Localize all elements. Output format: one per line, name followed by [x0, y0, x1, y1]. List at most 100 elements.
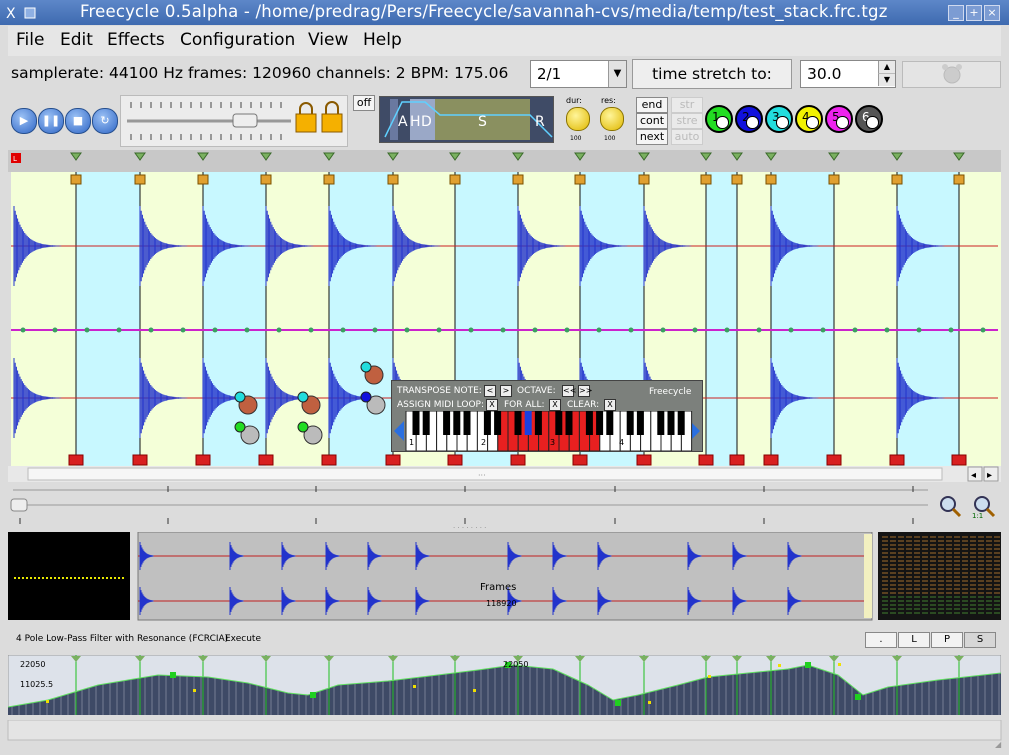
maximize-button[interactable]: +	[966, 5, 982, 21]
play-icon[interactable]: ▶	[11, 108, 37, 134]
piano-black-key	[585, 411, 593, 435]
spectrum-cell	[882, 580, 888, 582]
zoom-fit-icon[interactable]	[938, 494, 962, 518]
channel-2-button[interactable]: 2	[735, 105, 763, 133]
stretch-spinbox[interactable]: 30.0 ▲ ▼	[800, 60, 896, 88]
channel-4-button[interactable]: 4	[795, 105, 823, 133]
spectrum-cell	[938, 552, 944, 554]
spectrum-cell	[922, 544, 928, 546]
minimize-button[interactable]: _	[948, 5, 964, 21]
off-button[interactable]: off	[353, 95, 375, 111]
channel-1-button[interactable]: 1	[705, 105, 733, 133]
horizontal-scrollbar[interactable]: ··· ◂ ▸	[8, 466, 1001, 482]
spectrum-cell	[954, 580, 960, 582]
scroll-right-icon[interactable]: ▸	[987, 470, 992, 481]
ratio-select[interactable]: 2/1 ▼	[530, 60, 627, 88]
spectrum-cell	[898, 604, 904, 606]
spectrum-cell	[938, 604, 944, 606]
auto-button[interactable]: auto	[671, 129, 703, 145]
transpose-up-button[interactable]: >	[500, 385, 512, 397]
for-all-x-button[interactable]: X	[549, 399, 561, 411]
time-stretch-button[interactable]: time stretch to:	[632, 59, 792, 89]
octave-up-button[interactable]: >>	[578, 385, 592, 397]
spectrum-cell	[882, 612, 888, 614]
str-button[interactable]: str	[671, 97, 703, 113]
loop-icon[interactable]: ↻	[92, 108, 118, 134]
slider-ticks	[127, 101, 343, 140]
scroll-left-icon[interactable]: ◂	[971, 470, 976, 481]
menu-file[interactable]: File	[16, 30, 44, 50]
filter-dot-button[interactable]: .	[865, 632, 897, 648]
spectrum-cell	[962, 604, 968, 606]
assign-x-button[interactable]: X	[486, 399, 498, 411]
spectrum-cell	[986, 592, 992, 594]
channel-5-button[interactable]: 5	[825, 105, 853, 133]
menu-bar: File Edit Effects Configuration View Hel…	[8, 26, 1001, 56]
channel-3-button[interactable]: 3	[765, 105, 793, 133]
channel-1-dot	[716, 116, 729, 129]
spectrum-cell	[930, 608, 936, 610]
lock-icon	[134, 174, 146, 185]
menu-view[interactable]: View	[308, 30, 348, 50]
spectrum-cell	[962, 564, 968, 566]
resonance-knob[interactable]	[600, 107, 624, 131]
resize-grip-icon[interactable]: ◢	[995, 740, 1002, 749]
spectrum-cell	[978, 568, 984, 570]
spectrum-cell	[906, 556, 912, 558]
spectrum-cell	[906, 608, 912, 610]
zoom-1to1-icon[interactable]: 1:1	[972, 494, 996, 520]
spectrum-cell	[970, 556, 976, 558]
chevron-down-icon[interactable]: ▼	[608, 61, 626, 87]
spectrum-cell	[938, 600, 944, 602]
spectrum-cell	[890, 560, 896, 562]
zoom-slider-thumb[interactable]	[10, 498, 28, 512]
duration-knob[interactable]	[566, 107, 590, 131]
menu-configuration[interactable]: Configuration	[180, 30, 295, 50]
spectrum-cell	[914, 604, 920, 606]
spectrum-cell	[938, 556, 944, 558]
spectrum-cell	[994, 576, 1000, 578]
menu-effects[interactable]: Effects	[107, 30, 165, 50]
menu-edit[interactable]: Edit	[60, 30, 93, 50]
piano-left-arrow-icon[interactable]	[394, 421, 404, 441]
octave-down-button[interactable]: <<	[562, 385, 576, 397]
lock-icon	[765, 174, 777, 185]
spectrum-cell	[882, 548, 888, 550]
execute-button[interactable]: Execute	[225, 634, 261, 644]
spin-down-icon[interactable]: ▼	[878, 74, 895, 86]
alarm-button[interactable]	[902, 61, 1001, 88]
app-icon[interactable]: X	[6, 5, 46, 24]
transpose-down-button[interactable]: <	[484, 385, 496, 397]
for-all-label: FOR ALL:	[504, 400, 545, 410]
spectrum-cell	[938, 540, 944, 542]
next-button[interactable]: next	[636, 129, 668, 145]
stop-icon[interactable]: ■	[65, 108, 91, 134]
spin-up-icon[interactable]: ▲	[878, 61, 895, 74]
pause-icon[interactable]: ❚❚	[38, 108, 64, 134]
channel-5-dot	[836, 116, 849, 129]
spectrum-cell	[970, 608, 976, 610]
filter-envelope[interactable]: 22050 11025.5 22050	[7, 654, 1002, 716]
spectrum-cell	[962, 540, 968, 542]
volume-sliders[interactable]	[120, 95, 348, 147]
spectrum-cell	[986, 596, 992, 598]
spectrum-cell	[898, 600, 904, 602]
filter-l-button[interactable]: L	[898, 632, 930, 648]
filter-p-button[interactable]: P	[931, 632, 963, 648]
spectrum-cell	[914, 580, 920, 582]
piano-keyboard[interactable]: 1 2 3 4	[392, 411, 702, 451]
spectrum-cell	[962, 536, 968, 538]
adsr-envelope[interactable]: A H D S R	[379, 96, 554, 143]
channel-6-button[interactable]: 6	[855, 105, 883, 133]
filter-s-button[interactable]: S	[964, 632, 996, 648]
end-button[interactable]: end	[636, 97, 668, 113]
stre-button[interactable]: stre	[671, 113, 703, 129]
level-dot	[42, 577, 44, 579]
overview-canvas[interactable]	[8, 531, 1001, 622]
spectrum-cell	[930, 576, 936, 578]
close-button[interactable]: ×	[984, 5, 1000, 21]
cont-button[interactable]: cont	[636, 113, 668, 129]
menu-help[interactable]: Help	[363, 30, 402, 50]
lock-icon	[891, 174, 903, 185]
clear-x-button[interactable]: X	[604, 399, 616, 411]
